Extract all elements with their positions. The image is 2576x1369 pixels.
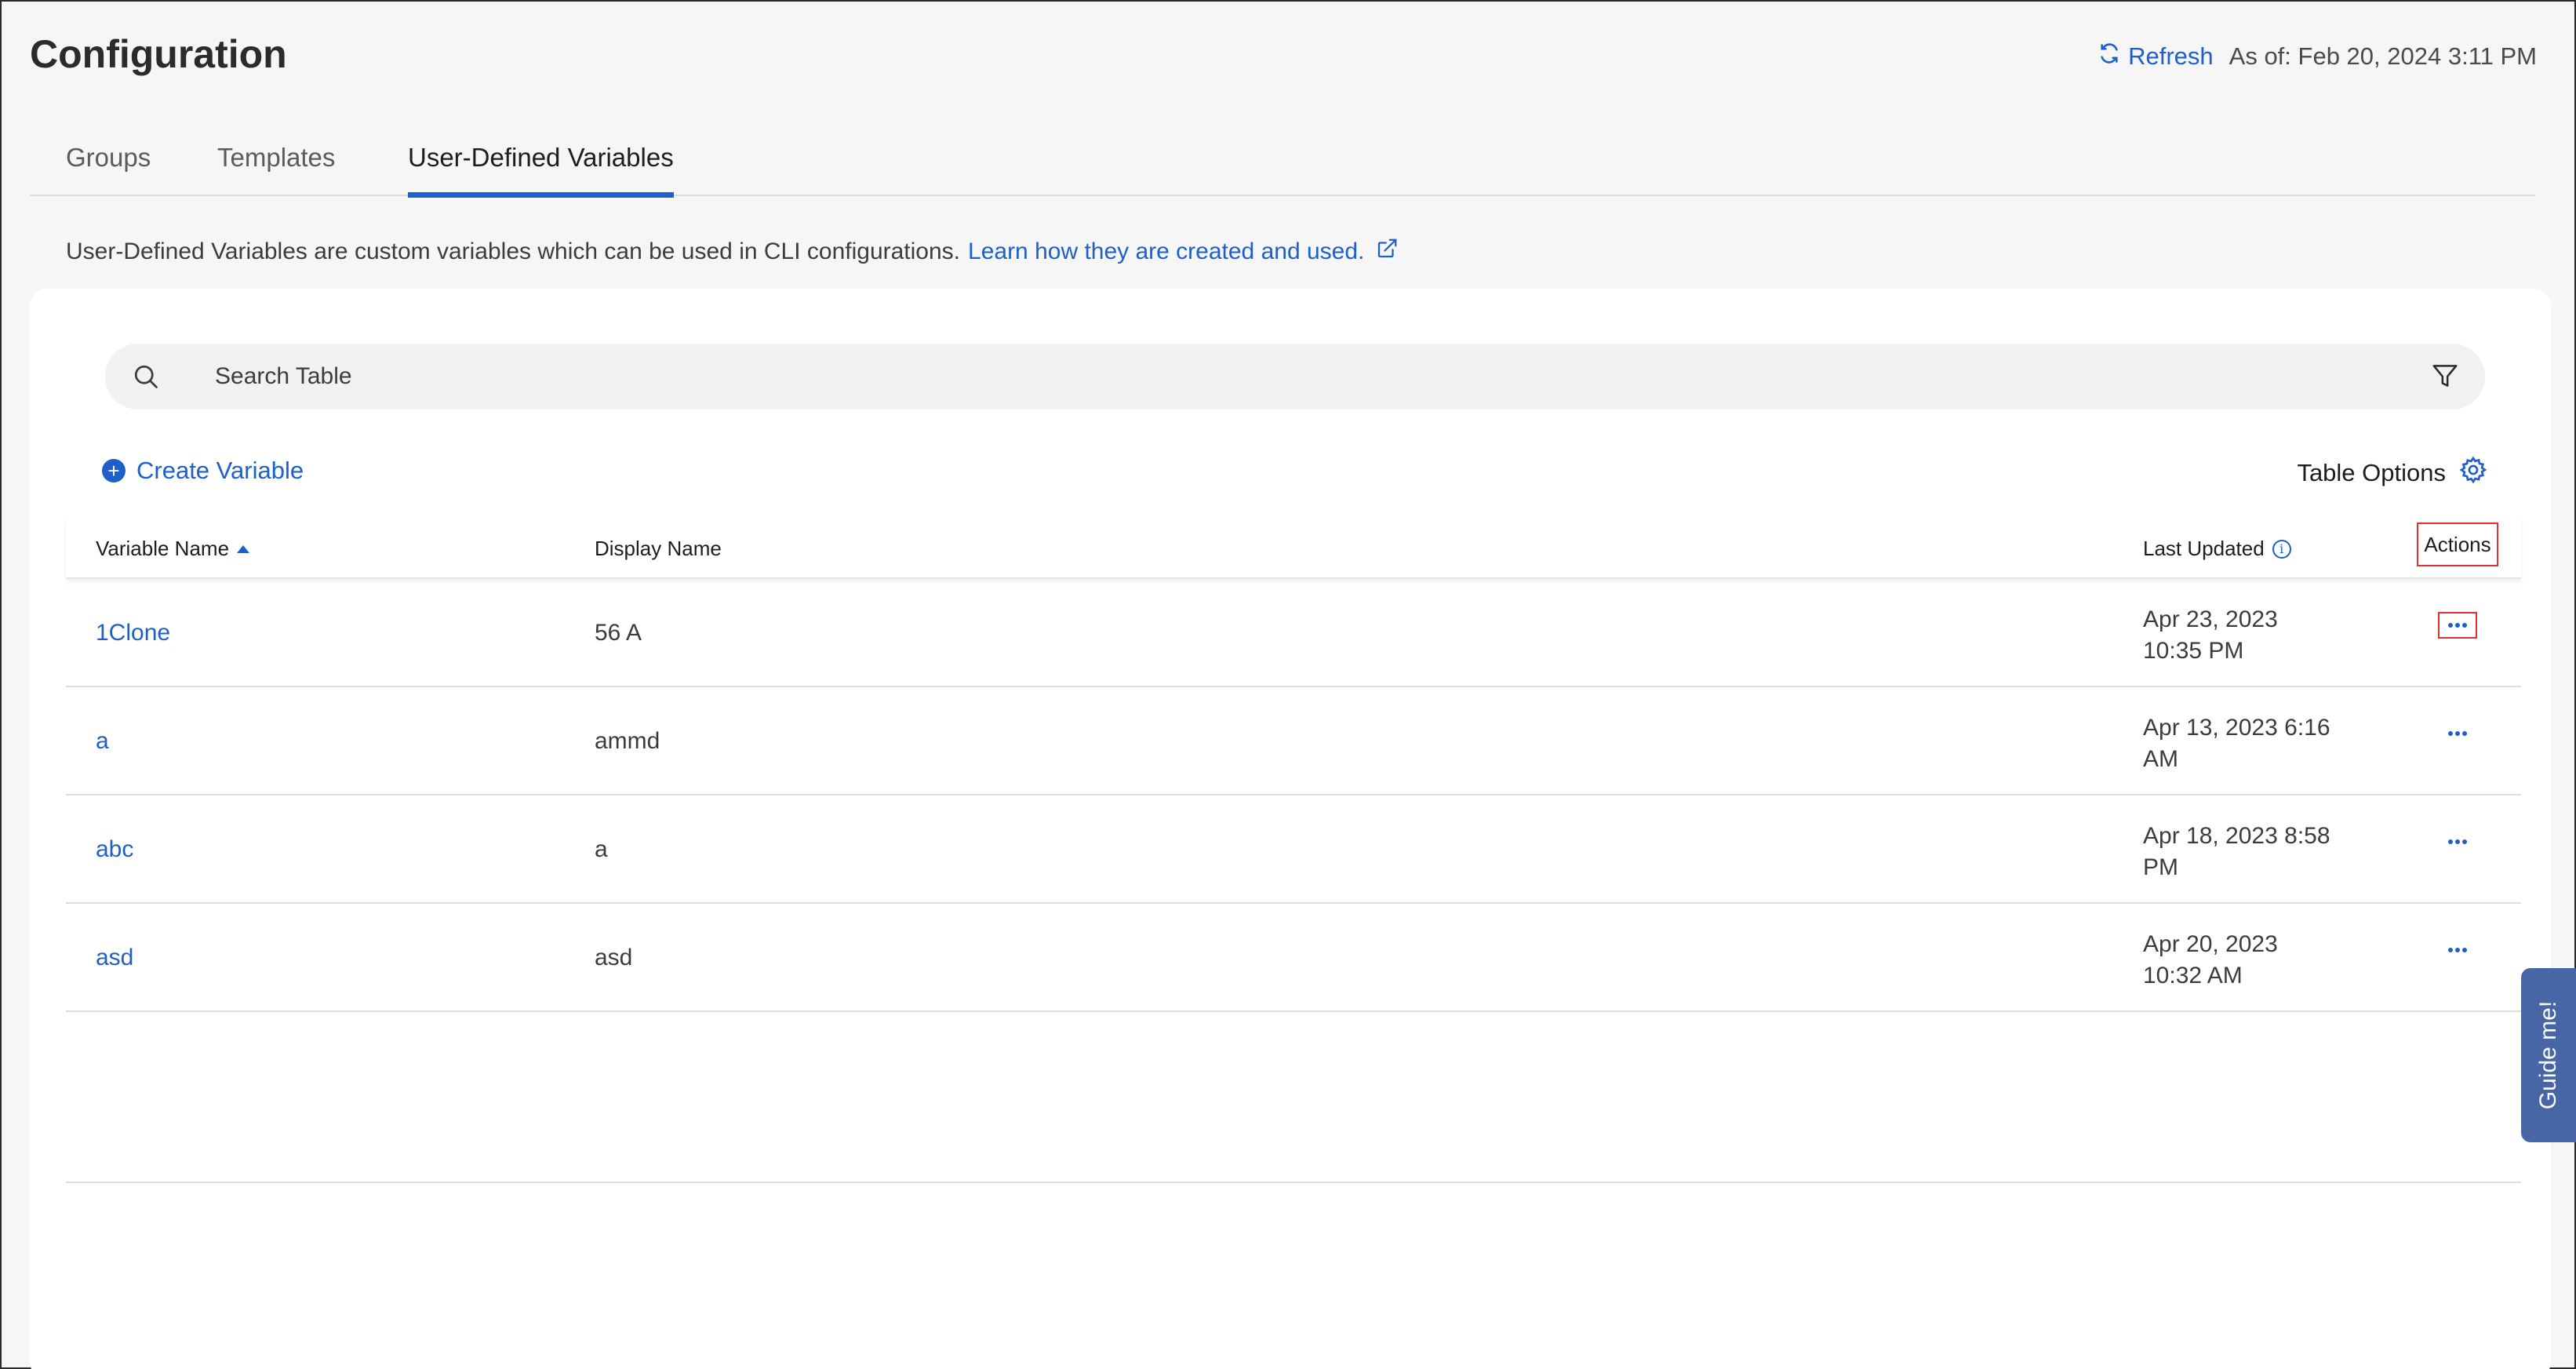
page-description: User-Defined Variables are custom variab… (66, 237, 1399, 267)
more-icon (2448, 731, 2453, 736)
table-options-label: Table Options (2297, 459, 2446, 486)
plus-icon: + (102, 459, 126, 482)
last-updated-cell: Apr 23, 2023 10:35 PM (2143, 604, 2370, 667)
last-updated-time: 10:32 AM (2143, 963, 2243, 989)
row-actions-button[interactable] (2438, 937, 2477, 963)
column-header-display-name: Display Name (595, 537, 722, 561)
last-updated-date: Apr 13, 2023 6:16 (2143, 715, 2330, 741)
search-icon (132, 362, 160, 395)
display-name-cell: a (595, 836, 608, 862)
last-updated-time: 10:35 PM (2143, 638, 2244, 664)
table-row: abc a Apr 18, 2023 8:58 PM (66, 796, 2521, 904)
create-variable-label: Create Variable (136, 457, 304, 484)
refresh-button[interactable]: Refresh (2098, 42, 2214, 71)
table-card: + Create Variable Table Options Variable… (30, 289, 2551, 1369)
refresh-icon (2098, 42, 2120, 71)
table-header: Variable Name Display Name Last Updated … (66, 516, 2521, 579)
search-input[interactable] (215, 351, 2333, 402)
variables-table: Variable Name Display Name Last Updated … (66, 516, 2521, 1183)
last-updated-time: AM (2143, 746, 2178, 772)
row-actions-button[interactable] (2438, 612, 2477, 639)
column-header-last-updated: Last Updated i (2143, 537, 2291, 561)
last-updated-date: Apr 23, 2023 (2143, 606, 2278, 632)
learn-more-link[interactable]: Learn how they are created and used. (968, 237, 1399, 267)
column-header-actions: Actions (2417, 522, 2498, 566)
variable-name-link[interactable]: asd (96, 945, 133, 971)
variable-name-link[interactable]: 1Clone (96, 620, 170, 646)
info-icon[interactable]: i (2272, 539, 2291, 559)
display-name-cell: 56 A (595, 620, 642, 646)
last-updated-cell: Apr 18, 2023 8:58 PM (2143, 821, 2370, 883)
row-actions-button[interactable] (2438, 720, 2477, 747)
as-of-timestamp: As of: Feb 20, 2024 3:11 PM (2229, 42, 2537, 70)
more-icon (2448, 623, 2453, 628)
tab-templates[interactable]: Templates (217, 143, 335, 196)
guide-me-label: Guide me! (2535, 1000, 2561, 1110)
last-updated-date: Apr 18, 2023 8:58 (2143, 823, 2330, 849)
table-options-button[interactable]: Table Options (2297, 455, 2488, 491)
display-name-cell: asd (595, 945, 633, 970)
header-actions: Refresh As of: Feb 20, 2024 3:11 PM (2098, 42, 2537, 71)
gear-icon (2458, 455, 2488, 491)
row-actions-button[interactable] (2438, 828, 2477, 855)
external-link-icon (1375, 237, 1399, 267)
more-icon (2448, 839, 2453, 844)
table-row: 1Clone 56 A Apr 23, 2023 10:35 PM (66, 579, 2521, 687)
filter-icon[interactable] (2430, 361, 2460, 395)
empty-table-row (66, 1012, 2521, 1183)
variable-name-link[interactable]: a (96, 728, 109, 755)
learn-more-label: Learn how they are created and used. (968, 238, 1365, 264)
guide-me-button[interactable]: Guide me! (2521, 968, 2576, 1142)
variable-name-link[interactable]: abc (96, 836, 133, 863)
search-bar (105, 344, 2485, 410)
display-name-cell: ammd (595, 728, 660, 754)
column-header-variable-name[interactable]: Variable Name (96, 537, 250, 561)
refresh-label: Refresh (2128, 42, 2214, 70)
tab-bar: Groups Templates User-Defined Variables (30, 132, 2535, 198)
column-label: Last Updated (2143, 537, 2265, 560)
tab-user-defined-variables[interactable]: User-Defined Variables (408, 143, 674, 198)
last-updated-time: PM (2143, 854, 2178, 880)
column-label: Variable Name (96, 537, 230, 560)
table-row: asd asd Apr 20, 2023 10:32 AM (66, 904, 2521, 1012)
column-label: Display Name (595, 537, 722, 560)
last-updated-cell: Apr 13, 2023 6:16 AM (2143, 712, 2370, 775)
sort-ascending-icon (237, 544, 250, 553)
description-text: User-Defined Variables are custom variab… (66, 238, 961, 264)
page-title: Configuration (30, 32, 287, 76)
last-updated-cell: Apr 20, 2023 10:32 AM (2143, 929, 2370, 992)
more-icon (2448, 948, 2453, 952)
table-row: a ammd Apr 13, 2023 6:16 AM (66, 687, 2521, 796)
create-variable-button[interactable]: + Create Variable (102, 457, 304, 485)
last-updated-date: Apr 20, 2023 (2143, 931, 2278, 957)
tab-groups[interactable]: Groups (66, 143, 151, 196)
